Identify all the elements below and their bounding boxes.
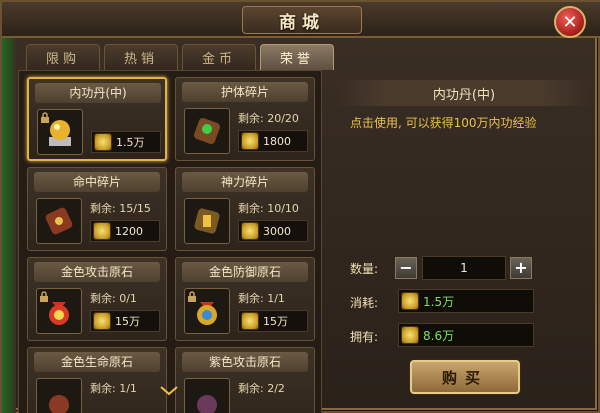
item-name: 护体碎片: [182, 82, 308, 102]
price-box: 1800: [238, 130, 308, 152]
item-name: 金色防御原石: [182, 262, 308, 282]
window-title: 商城: [279, 12, 325, 33]
golden-orb-icon: [37, 109, 83, 155]
background-edge: [2, 38, 16, 413]
honor-medal-icon: [241, 222, 259, 240]
red-stone-pouch-icon: [36, 288, 82, 334]
item-price: 3000: [263, 224, 291, 238]
item-price: 1800: [263, 134, 291, 148]
owned-value: 8.6万: [423, 328, 455, 343]
item-price: 15万: [115, 315, 140, 328]
item-name: 金色生命原石: [34, 352, 160, 372]
buy-button[interactable]: 购买: [410, 360, 520, 394]
quantity-label: 数量:: [350, 262, 379, 276]
price-box: 3000: [238, 220, 308, 242]
cost-value: 1.5万: [423, 294, 455, 309]
honor-medal-icon: [94, 133, 112, 151]
item-card[interactable]: 神力碎片 剩余: 10/10 3000: [175, 167, 315, 251]
owned-box: 8.6万: [398, 323, 534, 347]
lock-icon: [188, 291, 196, 302]
tab-gold[interactable]: 金币: [182, 44, 256, 70]
tab-bar: 限购 热销 金币 荣誉: [26, 44, 334, 70]
decrease-button[interactable]: −: [395, 257, 417, 279]
title-plate: 商城: [242, 6, 362, 34]
blue-stone-pouch-icon: [184, 288, 230, 334]
lock-icon: [41, 112, 49, 123]
item-name: 金色攻击原石: [34, 262, 160, 282]
armor-shard-icon: [184, 108, 230, 154]
close-button[interactable]: ✕: [554, 6, 586, 38]
item-card[interactable]: 护体碎片 剩余: 20/20 1800: [175, 77, 315, 161]
item-card[interactable]: 金色生命原石 剩余: 1/1: [27, 347, 167, 413]
honor-medal-icon: [401, 326, 419, 344]
honor-medal-icon: [93, 312, 111, 330]
detail-title-bar: 内功丹(中): [336, 80, 592, 106]
purple-stone-pouch-icon: [184, 378, 230, 413]
price-box: 1.5万: [91, 131, 161, 153]
item-name: 命中碎片: [34, 172, 160, 192]
power-shard-icon: [184, 198, 230, 244]
scroll-down-icon[interactable]: [160, 386, 178, 396]
honor-medal-icon: [241, 312, 259, 330]
detail-description: 点击使用, 可以获得100万内功经验: [350, 116, 537, 130]
honor-medal-icon: [241, 132, 259, 150]
green-stone-pouch-icon: [36, 378, 82, 413]
item-name: 内功丹(中): [35, 83, 161, 103]
item-remaining: 剩余: 1/1: [90, 382, 137, 395]
item-list[interactable]: 内功丹(中) 1.5万 护体碎片 剩余: 20/20 1800 命中碎片 剩余:…: [18, 70, 322, 413]
item-name: 紫色攻击原石: [182, 352, 308, 372]
item-remaining: 剩余: 1/1: [238, 292, 285, 305]
lock-icon: [40, 291, 48, 302]
item-card[interactable]: 命中碎片 剩余: 15/15 1200: [27, 167, 167, 251]
item-name: 神力碎片: [182, 172, 308, 192]
cost-box: 1.5万: [398, 289, 534, 313]
shop-window: 商城 ✕ 限购 热销 金币 荣誉 内功丹(中) 1.5万 护体碎片 剩余: 20…: [0, 0, 600, 413]
close-icon: ✕: [562, 11, 578, 33]
title-bar: 商城: [2, 2, 600, 38]
cost-label: 消耗:: [350, 296, 379, 310]
item-remaining: 剩余: 2/2: [238, 382, 285, 395]
item-card[interactable]: 紫色攻击原石 剩余: 2/2: [175, 347, 315, 413]
quantity-input[interactable]: 1: [422, 256, 506, 280]
accuracy-shard-icon: [36, 198, 82, 244]
price-box: 15万: [90, 310, 160, 332]
price-box: 15万: [238, 310, 308, 332]
item-card[interactable]: 金色攻击原石 剩余: 0/1 15万: [27, 257, 167, 341]
honor-medal-icon: [401, 292, 419, 310]
price-box: 1200: [90, 220, 160, 242]
increase-button[interactable]: +: [510, 257, 532, 279]
item-price: 1200: [115, 224, 143, 238]
item-card[interactable]: 内功丹(中) 1.5万: [27, 77, 167, 161]
owned-label: 拥有:: [350, 330, 379, 344]
tab-hot[interactable]: 热销: [104, 44, 178, 70]
item-remaining: 剩余: 20/20: [238, 112, 299, 125]
tab-honor[interactable]: 荣誉: [260, 44, 334, 70]
item-price: 15万: [263, 315, 288, 328]
item-remaining: 剩余: 10/10: [238, 202, 299, 215]
item-remaining: 剩余: 15/15: [90, 202, 151, 215]
tab-limited[interactable]: 限购: [26, 44, 100, 70]
honor-medal-icon: [93, 222, 111, 240]
item-remaining: 剩余: 0/1: [90, 292, 137, 305]
item-price: 1.5万: [116, 136, 145, 149]
item-card[interactable]: 金色防御原石 剩余: 1/1 15万: [175, 257, 315, 341]
detail-title: 内功丹(中): [432, 87, 496, 103]
